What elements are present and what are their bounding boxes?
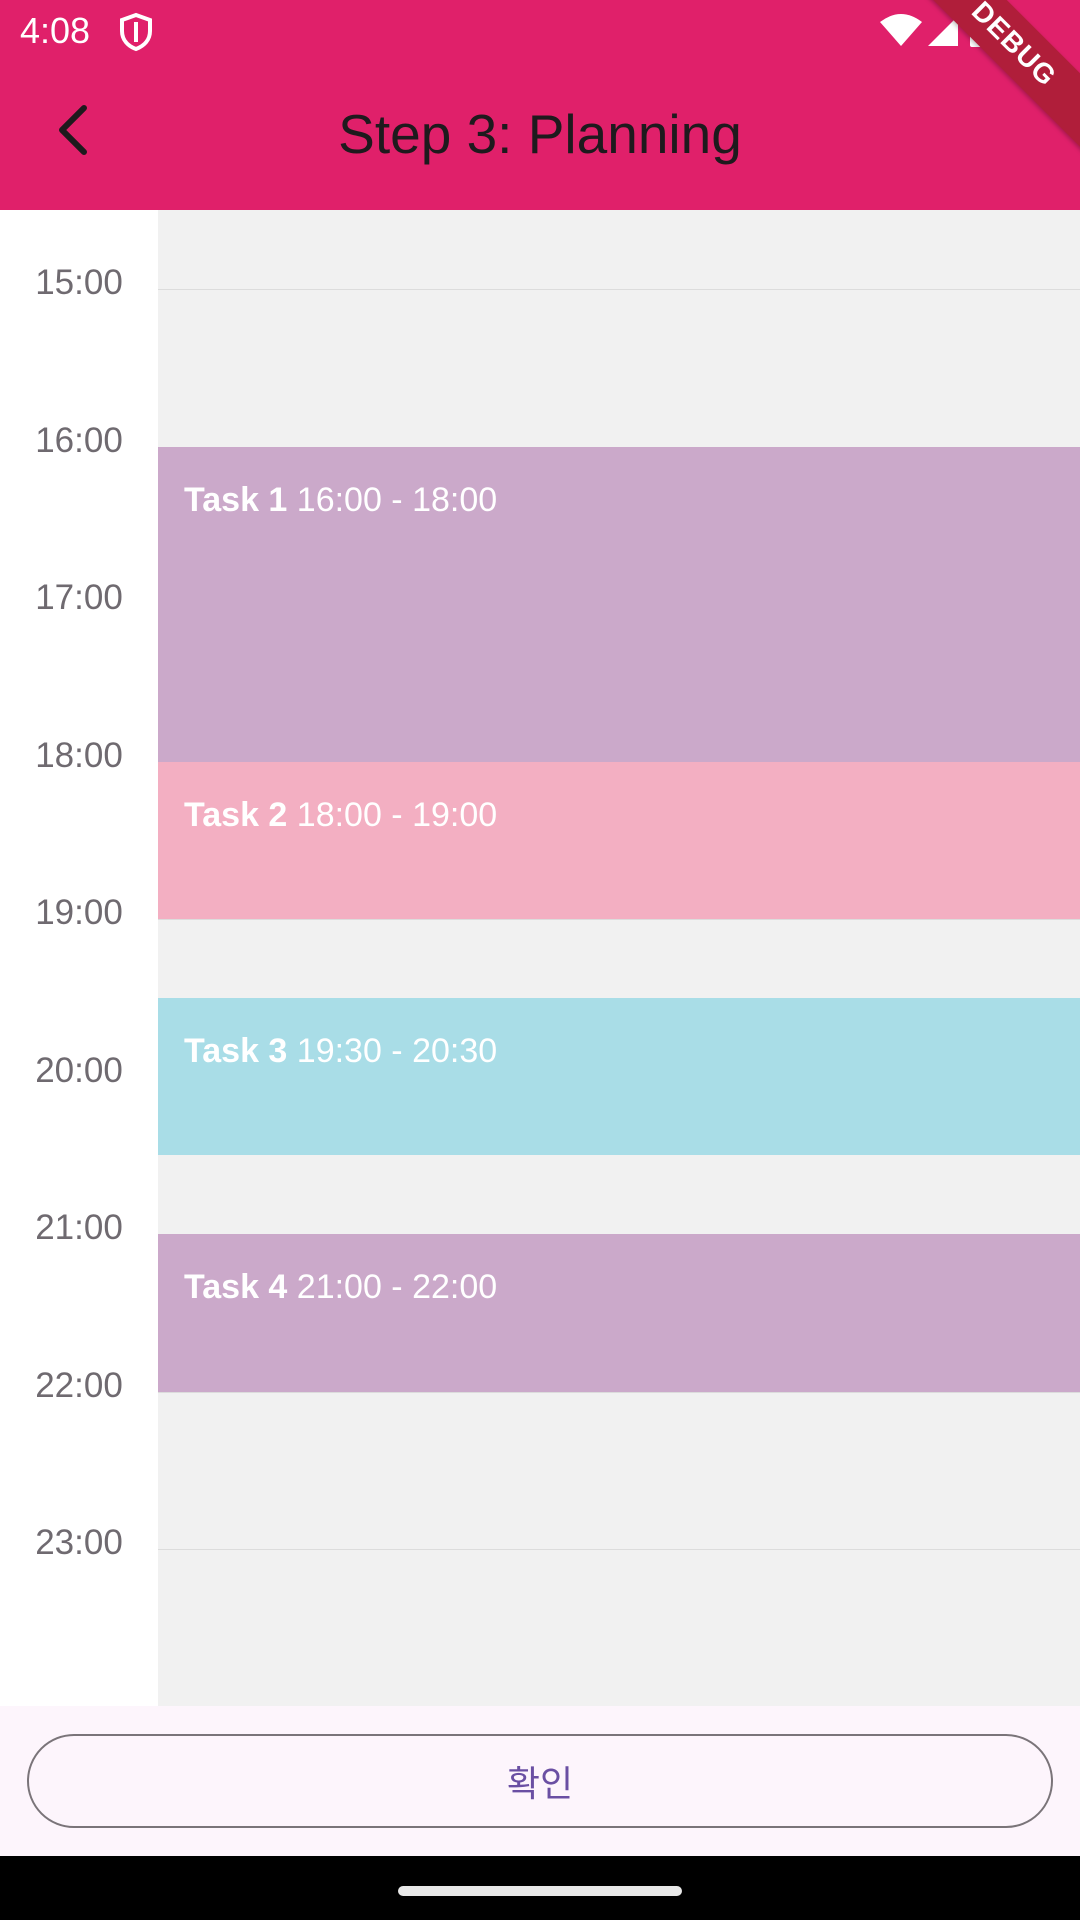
hour-label: 19:00 xyxy=(35,893,123,932)
hour-label: 22:00 xyxy=(35,1365,123,1405)
hour-labels-column: 15:00 16:00 17:00 18:00 19:00 20:00 21:00 22:00… xyxy=(0,210,158,1706)
event-title: Task 2 xyxy=(184,795,288,834)
hour-gridline xyxy=(158,289,1080,290)
hour-gridline xyxy=(158,1549,1080,1550)
event-block[interactable]: Task 4 21:00 - 22:00 xyxy=(158,1234,1080,1392)
hour-label: 15:00 xyxy=(35,263,123,302)
shield-icon xyxy=(120,12,152,52)
event-block[interactable]: Task 3 19:30 - 20:30 xyxy=(158,997,1080,1156)
hour-gridline xyxy=(158,1391,1080,1393)
event-block[interactable]: Task 2 18:00 - 19:00 xyxy=(158,761,1080,919)
hour-label: 16:00 xyxy=(35,420,123,460)
status-bar: 4:08 xyxy=(0,0,1080,64)
planning-screen: 4:08 DEBUG Step 3: Planning 15:00 16:00 … xyxy=(0,0,1080,1920)
schedule-column[interactable]: Task 1 16:00 - 18:00 Task 2 18:00 - 19:00… xyxy=(158,210,1080,1706)
hour-label: 23:00 xyxy=(35,1523,123,1562)
hour-label: 17:00 xyxy=(35,578,123,617)
event-time-range: 19:30 - 20:30 xyxy=(296,1031,498,1070)
status-time: 4:08 xyxy=(20,10,91,51)
wifi-icon xyxy=(880,14,922,46)
app-header: 4:08 DEBUG Step 3: Planning xyxy=(0,0,1080,210)
hour-label: 18:00 xyxy=(35,735,123,775)
day-timeline[interactable]: 15:00 16:00 17:00 18:00 19:00 20:00 21:00 22:00… xyxy=(0,210,1080,1706)
back-button[interactable] xyxy=(32,88,116,172)
event-time-range: 18:00 - 19:00 xyxy=(296,795,498,834)
event-time-range: 21:00 - 22:00 xyxy=(296,1268,498,1306)
back-arrow-icon xyxy=(59,105,87,155)
event-title: Task 1 xyxy=(184,480,288,519)
event-title: Task 3 xyxy=(184,1031,288,1070)
event-title: Task 4 xyxy=(184,1268,288,1306)
event-time-range: 16:00 - 18:00 xyxy=(296,480,498,519)
system-navigation-bar xyxy=(0,1856,1080,1920)
bottom-action-bar: 확인 xyxy=(0,1706,1080,1856)
hour-label: 21:00 xyxy=(35,1208,123,1247)
confirm-button[interactable]: 확인 xyxy=(27,1734,1053,1828)
event-block[interactable]: Task 1 16:00 - 18:00 xyxy=(158,446,1080,762)
app-bar: Step 3: Planning xyxy=(0,64,1080,210)
home-indicator[interactable] xyxy=(398,1886,682,1896)
hour-label: 20:00 xyxy=(35,1050,123,1090)
page-title: Step 3: Planning xyxy=(338,103,742,165)
hour-gridline xyxy=(158,919,1080,920)
